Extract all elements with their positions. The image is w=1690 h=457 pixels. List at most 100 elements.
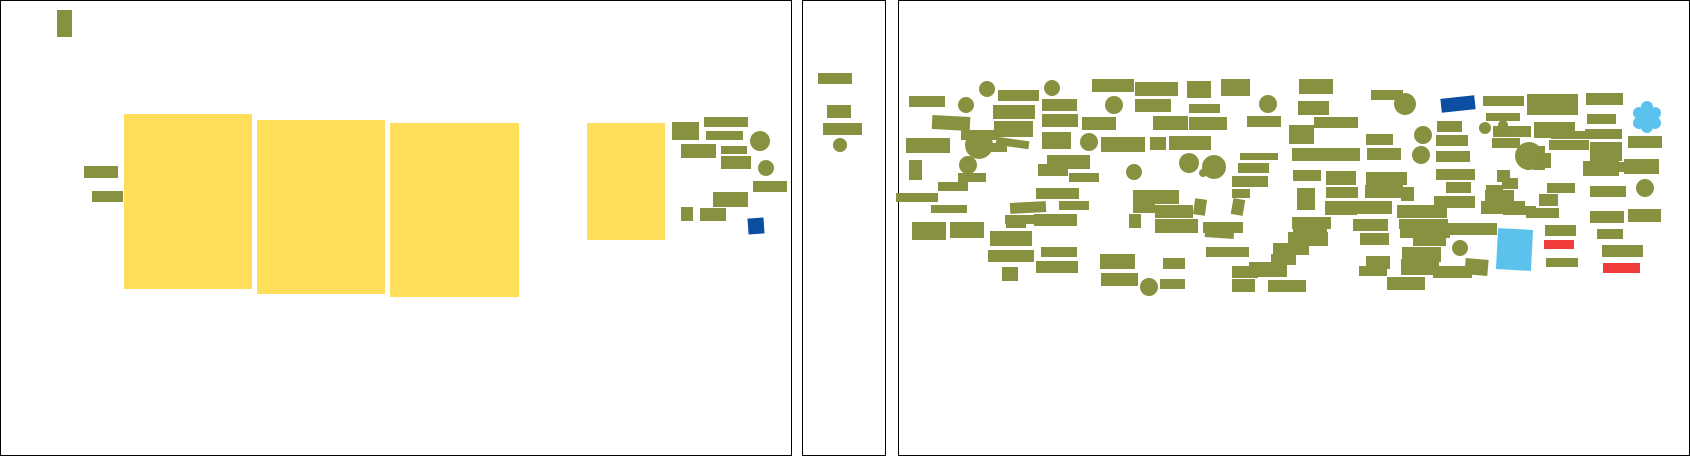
shape-rect-155 (1586, 162, 1624, 172)
shape-rect-65 (1187, 81, 1211, 98)
shape-rect-41 (1002, 267, 1018, 281)
shape-rect-53 (1059, 201, 1089, 210)
shape-rect-161 (1587, 114, 1616, 124)
shape-rect-131 (1293, 227, 1327, 240)
shape-rect-119 (1446, 182, 1471, 193)
shape-rect-55 (1034, 214, 1077, 226)
shape-rect-117 (1436, 151, 1470, 162)
shape-rect-159 (1546, 258, 1578, 267)
shape-circle-191 (1636, 179, 1654, 197)
shape-rect-54 (1005, 215, 1035, 224)
shape-rect-64 (1169, 136, 1211, 150)
shape-circle-182 (1140, 278, 1158, 296)
shape-rect-129 (1268, 280, 1306, 292)
shape-rect-125 (1413, 236, 1446, 246)
shape-rect-97 (1326, 171, 1356, 185)
shape-circle-183 (1199, 169, 1207, 177)
shape-rect-59 (1135, 82, 1178, 96)
shape-rect-170 (1526, 208, 1559, 218)
shape-rect-193 (1495, 228, 1534, 271)
shape-rect-26 (906, 138, 950, 153)
shape-rect-66 (1189, 104, 1220, 113)
shape-rect-63 (1150, 137, 1166, 150)
shape-rect-73 (1232, 176, 1268, 187)
shape-rect-195 (1544, 240, 1574, 249)
shape-rect-95 (1316, 148, 1360, 161)
shape-rect-37 (1009, 201, 1047, 214)
shape-rect-96 (1293, 170, 1321, 181)
shape-rect-89 (1160, 279, 1185, 289)
shape-cloud-194 (1633, 101, 1661, 133)
shape-rect-43 (993, 105, 1035, 119)
shape-rect-137 (1486, 113, 1520, 121)
shape-rect-80 (1155, 205, 1193, 218)
shape-rect-83 (1155, 219, 1198, 233)
shape-rect-68 (1153, 116, 1188, 130)
shape-rect-102 (1353, 219, 1388, 231)
shape-circle-184 (1394, 93, 1416, 115)
shape-rect-42 (998, 90, 1039, 101)
shape-rect-9 (706, 131, 743, 140)
shape-rect-107 (1365, 185, 1403, 198)
shape-circle-185 (1414, 126, 1432, 144)
shape-circle-186 (1412, 146, 1430, 164)
shape-rect-46 (1042, 99, 1077, 111)
shape-rect-162 (1585, 129, 1622, 139)
shape-rect-145 (1527, 94, 1578, 115)
shape-rect-75 (1230, 198, 1246, 216)
shape-rect-50 (1038, 164, 1068, 176)
shape-circle-23 (833, 138, 847, 152)
shape-rect-109 (1367, 148, 1401, 160)
shape-rect-101 (1355, 201, 1392, 214)
shape-rect-79 (1133, 190, 1179, 204)
shape-rect-108 (1366, 134, 1393, 145)
shape-rect-2 (92, 191, 123, 202)
shape-rect-115 (1437, 121, 1462, 132)
shape-rect-158 (1545, 225, 1576, 236)
shape-rect-86 (1163, 258, 1185, 269)
shape-rect-151 (1547, 183, 1575, 193)
shape-rect-30 (931, 222, 946, 240)
shape-rect-163 (1628, 136, 1662, 148)
shape-rect-139 (1492, 138, 1520, 148)
shape-rect-77 (1206, 247, 1249, 257)
shape-rect-48 (1042, 132, 1071, 149)
shape-rect-88 (1101, 273, 1138, 286)
shape-rect-103 (1360, 233, 1389, 245)
shape-rect-153 (1590, 142, 1622, 161)
shape-rect-60 (1135, 99, 1171, 112)
shape-rect-85 (1204, 226, 1235, 239)
shape-rect-27 (909, 160, 922, 180)
shape-rect-136 (1483, 96, 1524, 106)
shape-rect-47 (1042, 114, 1078, 127)
shape-rect-169 (1602, 245, 1643, 257)
shape-rect-167 (1628, 209, 1661, 222)
shape-rect-84 (1192, 198, 1208, 216)
shape-rect-11 (721, 146, 747, 154)
shape-rect-4 (257, 120, 385, 294)
shape-rect-32 (938, 182, 968, 191)
shape-circle-181 (1259, 95, 1277, 113)
shape-rect-33 (931, 205, 967, 213)
shape-rect-19 (747, 217, 765, 235)
shape-rect-56 (1041, 247, 1077, 257)
shape-rect-51 (1069, 173, 1099, 182)
shape-circle-14 (758, 160, 774, 176)
shape-rect-99 (1326, 187, 1358, 198)
shape-rect-157 (1539, 194, 1558, 206)
shape-rect-138 (1493, 126, 1531, 137)
shape-rect-12 (721, 156, 751, 169)
shape-rect-168 (1597, 229, 1623, 239)
shape-rect-196 (1603, 263, 1640, 273)
shape-rect-111 (1401, 187, 1414, 201)
shape-rect-132 (1359, 266, 1387, 276)
shape-rect-6 (587, 123, 665, 240)
shape-rect-142 (1502, 178, 1518, 189)
shape-rect-0 (57, 10, 72, 37)
shape-circle-190 (1452, 240, 1468, 256)
shape-rect-120 (1434, 196, 1475, 208)
shape-rect-127 (1249, 262, 1287, 277)
shape-rect-106 (1366, 172, 1407, 185)
shape-circle-179 (1179, 153, 1199, 173)
shape-rect-150 (1549, 140, 1589, 150)
